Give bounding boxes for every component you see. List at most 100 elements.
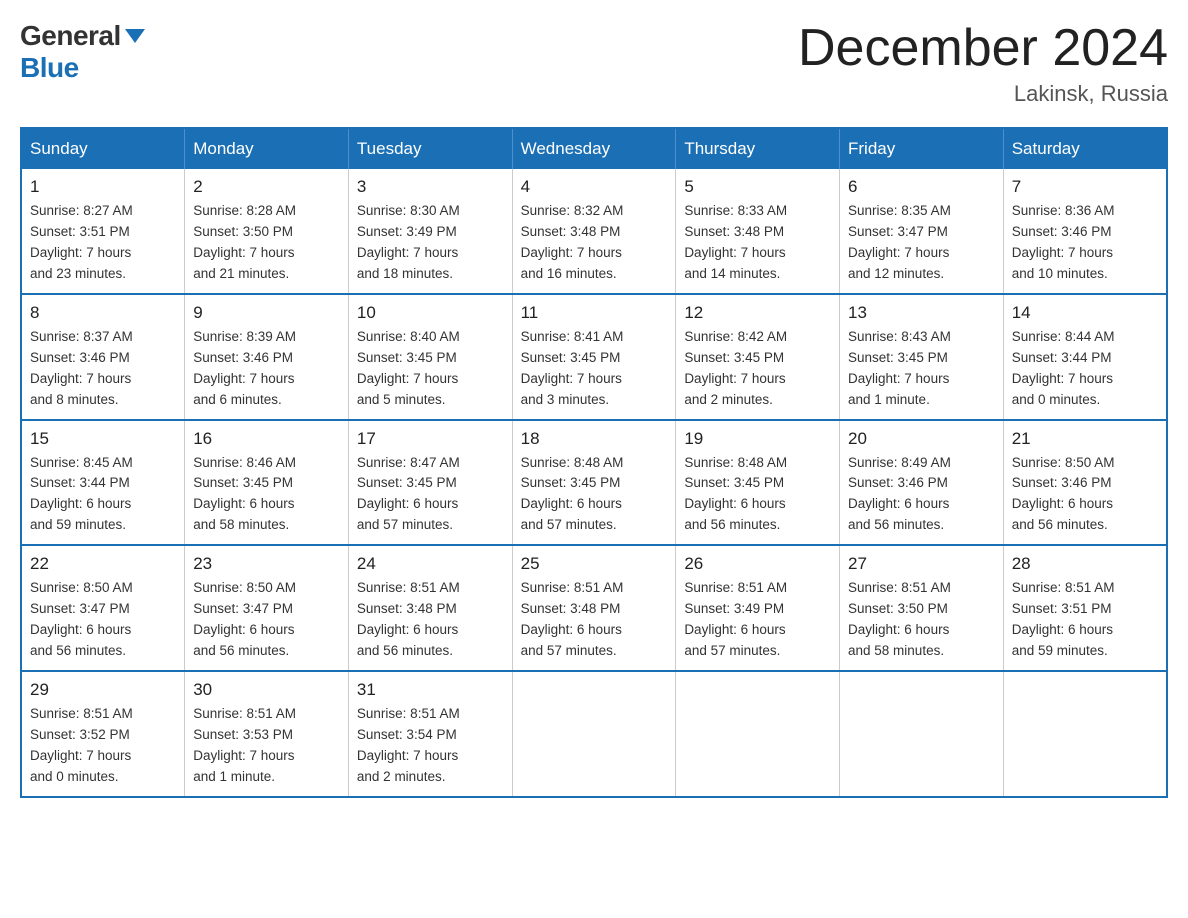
calendar-cell: 19Sunrise: 8:48 AMSunset: 3:45 PMDayligh… <box>676 420 840 546</box>
calendar-cell: 13Sunrise: 8:43 AMSunset: 3:45 PMDayligh… <box>840 294 1004 420</box>
calendar-cell: 8 Sunrise: 8:37 AMSunset: 3:46 PMDaylight… <box>21 294 185 420</box>
calendar-cell: 12 Sunrise: 8:42 AMSunset: 3:45 PMDayligh… <box>676 294 840 420</box>
calendar-cell: 27 Sunrise: 8:51 AMSunset: 3:50 PMDayligh… <box>840 545 1004 671</box>
calendar-cell: 25Sunrise: 8:51 AMSunset: 3:48 PMDayligh… <box>512 545 676 671</box>
day-info: Sunrise: 8:33 AMSunset: 3:48 PMDaylight:… <box>684 201 831 285</box>
day-number: 30 <box>193 680 340 700</box>
header-thursday: Thursday <box>676 128 840 169</box>
day-info: Sunrise: 8:51 AMSunset: 3:48 PMDaylight:… <box>521 578 668 662</box>
day-number: 11 <box>521 303 668 323</box>
day-number: 31 <box>357 680 504 700</box>
day-info: Sunrise: 8:30 AMSunset: 3:49 PMDaylight:… <box>357 201 504 285</box>
calendar-cell: 28 Sunrise: 8:51 AMSunset: 3:51 PMDayligh… <box>1003 545 1167 671</box>
day-number: 26 <box>684 554 831 574</box>
logo: General Blue <box>20 20 145 84</box>
calendar-cell: 21 Sunrise: 8:50 AMSunset: 3:46 PMDayligh… <box>1003 420 1167 546</box>
day-info: Sunrise: 8:51 AMSunset: 3:51 PMDaylight:… <box>1012 578 1158 662</box>
day-number: 29 <box>30 680 176 700</box>
title-area: December 2024 Lakinsk, Russia <box>798 20 1168 107</box>
day-info: Sunrise: 8:51 AMSunset: 3:54 PMDaylight:… <box>357 704 504 788</box>
logo-blue-text: Blue <box>20 52 79 84</box>
calendar-cell: 14 Sunrise: 8:44 AMSunset: 3:44 PMDayligh… <box>1003 294 1167 420</box>
day-number: 21 <box>1012 429 1158 449</box>
day-number: 5 <box>684 177 831 197</box>
day-number: 20 <box>848 429 995 449</box>
calendar-cell: 2 Sunrise: 8:28 AMSunset: 3:50 PMDaylight… <box>185 169 349 294</box>
calendar-cell: 22Sunrise: 8:50 AMSunset: 3:47 PMDayligh… <box>21 545 185 671</box>
day-number: 6 <box>848 177 995 197</box>
calendar-week-3: 15 Sunrise: 8:45 AMSunset: 3:44 PMDayligh… <box>21 420 1167 546</box>
calendar-table: SundayMondayTuesdayWednesdayThursdayFrid… <box>20 127 1168 797</box>
day-number: 10 <box>357 303 504 323</box>
calendar-cell: 11 Sunrise: 8:41 AMSunset: 3:45 PMDayligh… <box>512 294 676 420</box>
header-sunday: Sunday <box>21 128 185 169</box>
day-info: Sunrise: 8:50 AMSunset: 3:47 PMDaylight:… <box>30 578 176 662</box>
calendar-cell <box>1003 671 1167 797</box>
day-info: Sunrise: 8:40 AMSunset: 3:45 PMDaylight:… <box>357 327 504 411</box>
header-friday: Friday <box>840 128 1004 169</box>
day-info: Sunrise: 8:28 AMSunset: 3:50 PMDaylight:… <box>193 201 340 285</box>
calendar-cell: 1 Sunrise: 8:27 AMSunset: 3:51 PMDaylight… <box>21 169 185 294</box>
day-number: 28 <box>1012 554 1158 574</box>
logo-arrow-icon <box>125 29 145 43</box>
logo-general-text: General <box>20 20 121 52</box>
day-info: Sunrise: 8:35 AMSunset: 3:47 PMDaylight:… <box>848 201 995 285</box>
day-info: Sunrise: 8:46 AMSunset: 3:45 PMDaylight:… <box>193 453 340 537</box>
day-number: 1 <box>30 177 176 197</box>
day-number: 4 <box>521 177 668 197</box>
calendar-cell: 30Sunrise: 8:51 AMSunset: 3:53 PMDayligh… <box>185 671 349 797</box>
day-number: 15 <box>30 429 176 449</box>
day-info: Sunrise: 8:51 AMSunset: 3:50 PMDaylight:… <box>848 578 995 662</box>
day-info: Sunrise: 8:50 AMSunset: 3:46 PMDaylight:… <box>1012 453 1158 537</box>
day-info: Sunrise: 8:51 AMSunset: 3:52 PMDaylight:… <box>30 704 176 788</box>
day-info: Sunrise: 8:45 AMSunset: 3:44 PMDaylight:… <box>30 453 176 537</box>
header-monday: Monday <box>185 128 349 169</box>
calendar-body: 1 Sunrise: 8:27 AMSunset: 3:51 PMDaylight… <box>21 169 1167 796</box>
calendar-cell: 7Sunrise: 8:36 AMSunset: 3:46 PMDaylight… <box>1003 169 1167 294</box>
day-number: 8 <box>30 303 176 323</box>
calendar-week-4: 22Sunrise: 8:50 AMSunset: 3:47 PMDayligh… <box>21 545 1167 671</box>
day-info: Sunrise: 8:47 AMSunset: 3:45 PMDaylight:… <box>357 453 504 537</box>
day-info: Sunrise: 8:37 AMSunset: 3:46 PMDaylight:… <box>30 327 176 411</box>
calendar-cell <box>676 671 840 797</box>
day-number: 27 <box>848 554 995 574</box>
calendar-cell <box>840 671 1004 797</box>
calendar-week-5: 29 Sunrise: 8:51 AMSunset: 3:52 PMDayligh… <box>21 671 1167 797</box>
calendar-cell: 5 Sunrise: 8:33 AMSunset: 3:48 PMDaylight… <box>676 169 840 294</box>
day-info: Sunrise: 8:43 AMSunset: 3:45 PMDaylight:… <box>848 327 995 411</box>
day-info: Sunrise: 8:51 AMSunset: 3:48 PMDaylight:… <box>357 578 504 662</box>
location: Lakinsk, Russia <box>798 81 1168 107</box>
day-number: 18 <box>521 429 668 449</box>
calendar-week-1: 1 Sunrise: 8:27 AMSunset: 3:51 PMDaylight… <box>21 169 1167 294</box>
day-info: Sunrise: 8:49 AMSunset: 3:46 PMDaylight:… <box>848 453 995 537</box>
calendar-week-2: 8 Sunrise: 8:37 AMSunset: 3:46 PMDaylight… <box>21 294 1167 420</box>
calendar-cell: 9Sunrise: 8:39 AMSunset: 3:46 PMDaylight… <box>185 294 349 420</box>
day-info: Sunrise: 8:44 AMSunset: 3:44 PMDaylight:… <box>1012 327 1158 411</box>
calendar-cell: 20 Sunrise: 8:49 AMSunset: 3:46 PMDayligh… <box>840 420 1004 546</box>
day-number: 3 <box>357 177 504 197</box>
calendar-cell: 17 Sunrise: 8:47 AMSunset: 3:45 PMDayligh… <box>348 420 512 546</box>
header-tuesday: Tuesday <box>348 128 512 169</box>
day-number: 2 <box>193 177 340 197</box>
day-number: 17 <box>357 429 504 449</box>
day-number: 14 <box>1012 303 1158 323</box>
day-number: 12 <box>684 303 831 323</box>
day-number: 19 <box>684 429 831 449</box>
day-info: Sunrise: 8:39 AMSunset: 3:46 PMDaylight:… <box>193 327 340 411</box>
day-info: Sunrise: 8:41 AMSunset: 3:45 PMDaylight:… <box>521 327 668 411</box>
day-info: Sunrise: 8:27 AMSunset: 3:51 PMDaylight:… <box>30 201 176 285</box>
calendar-cell: 15 Sunrise: 8:45 AMSunset: 3:44 PMDayligh… <box>21 420 185 546</box>
calendar-cell: 31 Sunrise: 8:51 AMSunset: 3:54 PMDayligh… <box>348 671 512 797</box>
calendar-cell: 10 Sunrise: 8:40 AMSunset: 3:45 PMDayligh… <box>348 294 512 420</box>
day-info: Sunrise: 8:36 AMSunset: 3:46 PMDaylight:… <box>1012 201 1158 285</box>
day-info: Sunrise: 8:42 AMSunset: 3:45 PMDaylight:… <box>684 327 831 411</box>
day-number: 24 <box>357 554 504 574</box>
day-info: Sunrise: 8:51 AMSunset: 3:49 PMDaylight:… <box>684 578 831 662</box>
calendar-cell: 18Sunrise: 8:48 AMSunset: 3:45 PMDayligh… <box>512 420 676 546</box>
page-header: General Blue December 2024 Lakinsk, Russ… <box>20 20 1168 107</box>
calendar-cell: 24 Sunrise: 8:51 AMSunset: 3:48 PMDayligh… <box>348 545 512 671</box>
calendar-cell: 23Sunrise: 8:50 AMSunset: 3:47 PMDayligh… <box>185 545 349 671</box>
calendar-cell: 16Sunrise: 8:46 AMSunset: 3:45 PMDayligh… <box>185 420 349 546</box>
calendar-cell: 26 Sunrise: 8:51 AMSunset: 3:49 PMDayligh… <box>676 545 840 671</box>
day-info: Sunrise: 8:32 AMSunset: 3:48 PMDaylight:… <box>521 201 668 285</box>
